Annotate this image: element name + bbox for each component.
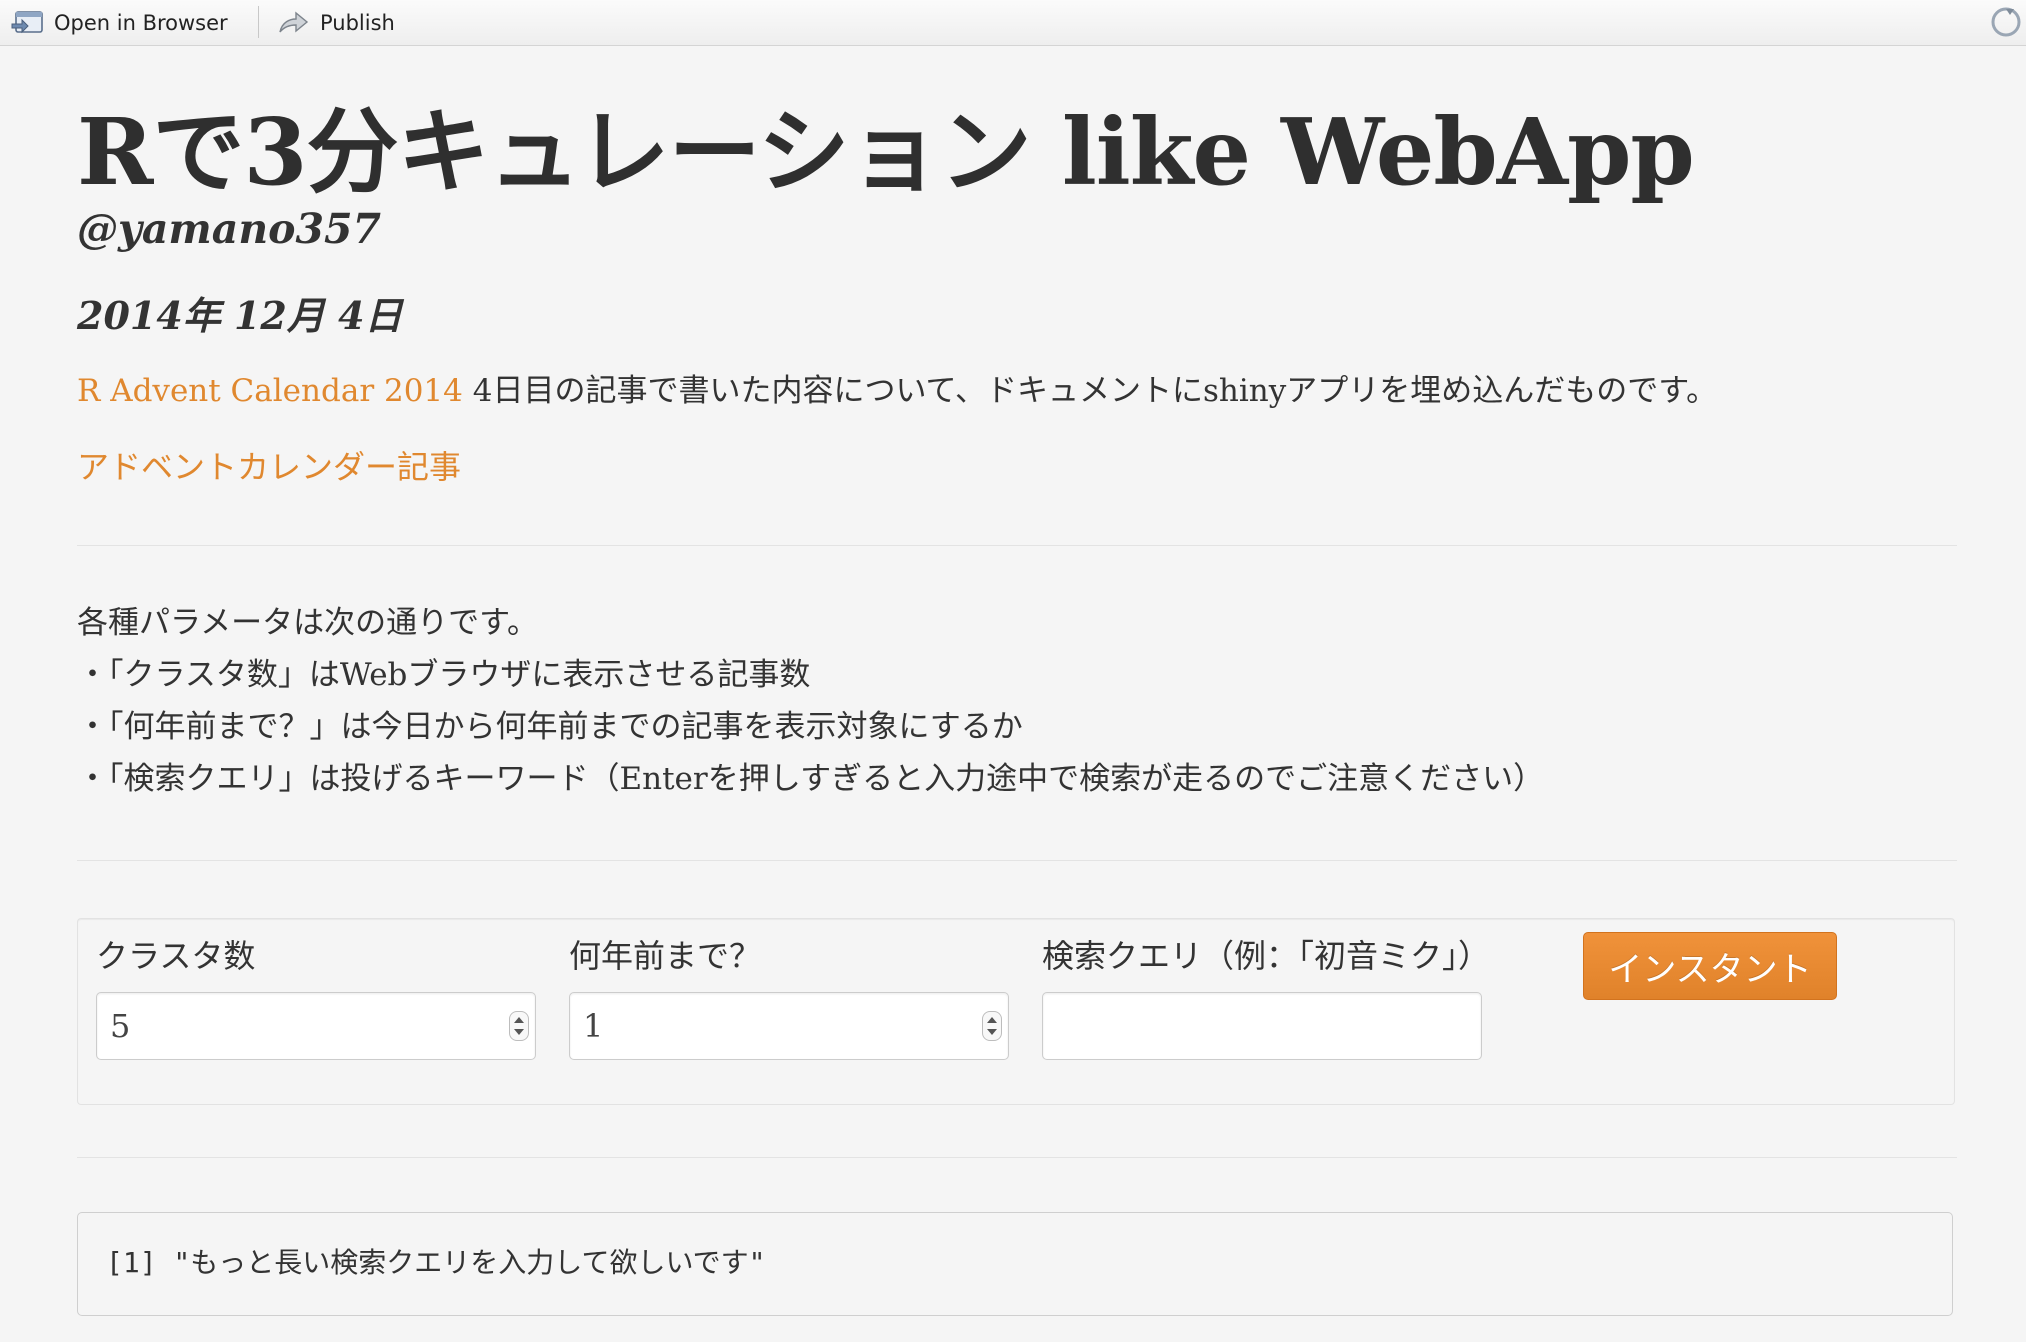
params-item-query: ・「検索クエリ」は投げるキーワード（Enterを押しすぎると入力途中で検索が走る…	[77, 761, 1545, 797]
browser-window-icon	[11, 10, 43, 33]
divider	[77, 1157, 1957, 1158]
stepper-down-icon[interactable]	[514, 1029, 524, 1035]
intro-text: 4日目の記事で書いた内容について、ドキュメントにshinyアプリを埋め込んだもの…	[462, 373, 1718, 409]
years-back-value: 1	[583, 1007, 604, 1045]
divider	[77, 860, 1957, 861]
parameter-description: 各種パラメータは次の通りです。 ・「クラスタ数」はWebブラウザに表示させる記事…	[77, 597, 1544, 805]
open-in-browser-button[interactable]: Open in Browser	[10, 0, 228, 45]
open-in-browser-label: Open in Browser	[54, 10, 228, 35]
search-result-output: [1] "もっと長い検索クエリを入力して欲しいです"	[77, 1212, 1953, 1316]
stepper-up-icon[interactable]	[987, 1017, 997, 1023]
advent-article-link[interactable]: アドベントカレンダー記事	[77, 448, 461, 486]
advent-article-link-wrap: アドベントカレンダー記事	[77, 442, 461, 488]
r-advent-calendar-link[interactable]: R Advent Calendar 2014	[77, 373, 463, 409]
years-back-stepper[interactable]	[982, 1011, 1002, 1041]
years-back-input[interactable]: 1	[569, 992, 1009, 1060]
intro-paragraph: R Advent Calendar 2014 4日目の記事で書いた内容について、…	[77, 365, 1717, 410]
author-name: @yamano357	[77, 205, 382, 253]
divider	[77, 545, 1957, 546]
cluster-count-input[interactable]: 5	[96, 992, 536, 1060]
search-query-input[interactable]	[1042, 992, 1482, 1060]
viewer-toolbar: Open in Browser Publish	[0, 0, 2026, 46]
cluster-count-stepper[interactable]	[509, 1011, 529, 1041]
stepper-down-icon[interactable]	[987, 1029, 997, 1035]
stepper-up-icon[interactable]	[514, 1017, 524, 1023]
search-query-label: 検索クエリ（例：「初音ミク」）	[1042, 937, 1491, 975]
page-title: Rで3分キュレーション like WebApp	[77, 98, 1695, 206]
refresh-icon[interactable]	[1988, 4, 2024, 40]
instant-button[interactable]: インスタント	[1583, 932, 1837, 1000]
toolbar-divider	[258, 6, 259, 38]
publish-arrow-icon	[279, 11, 309, 32]
publish-date: 2014年 12月 4日	[77, 293, 403, 338]
years-back-label: 何年前まで？	[569, 937, 762, 975]
publish-label: Publish	[320, 10, 395, 35]
params-item-years: ・「何年前まで？」は今日から何年前までの記事を表示対象にするか	[77, 709, 1023, 745]
input-panel: クラスタ数 5 何年前まで？ 1 検索クエリ（例：「初音ミク」） インスタント	[77, 918, 1955, 1105]
params-item-clusters: ・「クラスタ数」はWebブラウザに表示させる記事数	[77, 657, 811, 693]
params-heading: 各種パラメータは次の通りです。	[77, 605, 538, 641]
cluster-count-label: クラスタ数	[96, 937, 256, 975]
publish-button[interactable]: Publish	[276, 0, 395, 45]
cluster-count-value: 5	[110, 1007, 131, 1045]
